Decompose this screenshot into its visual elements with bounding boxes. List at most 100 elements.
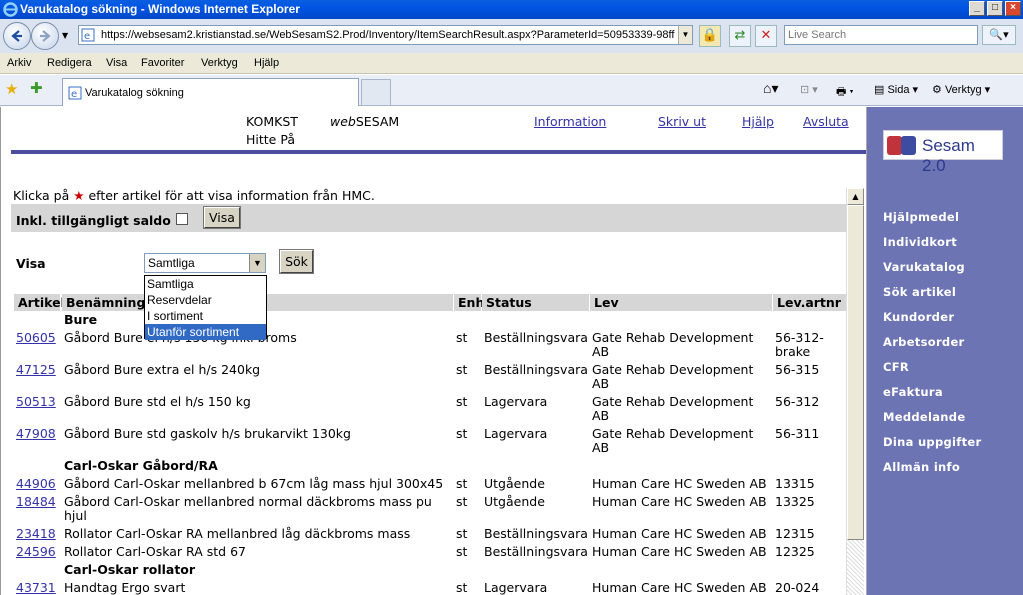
print-link[interactable]: Skriv ut <box>658 114 706 129</box>
minimize-button[interactable]: _ <box>969 1 985 16</box>
search-input[interactable]: Live Search <box>784 25 978 45</box>
sidebar-item-varukatalog[interactable]: Varukatalog <box>883 260 965 274</box>
lev-cell: Human Care HC Sweden AB <box>592 526 767 541</box>
enh-cell: st <box>456 362 468 377</box>
filter-label: Visa <box>16 256 46 271</box>
filter-select[interactable]: Samtliga ▼ <box>144 253 266 273</box>
sesam-logo: Sesam 2.0 <box>883 130 1003 175</box>
sidebar-item-efaktura[interactable]: eFaktura <box>883 385 943 399</box>
tab-varukatalog[interactable]: e Varukatalog sökning <box>62 78 359 106</box>
page-menu-label: Sida <box>887 84 910 96</box>
add-favorite-icon[interactable]: ✚ <box>30 79 43 97</box>
levartnr-cell: 20-024 <box>775 580 820 595</box>
information-link[interactable]: Information <box>534 114 606 129</box>
scroll-thumb[interactable] <box>847 205 864 540</box>
filter-option-i-sortiment[interactable]: I sortiment <box>145 308 266 324</box>
artikel-link[interactable]: 47908 <box>16 427 56 441</box>
menu-favoriter[interactable]: Favoriter <box>141 57 184 69</box>
lev-cell: Gate Rehab Development AB <box>592 394 754 423</box>
logout-link[interactable]: Avsluta <box>803 114 849 129</box>
gear-icon: ⚙ <box>932 84 942 96</box>
page-menu[interactable]: ▤ Sida ▾ <box>874 83 918 96</box>
scroll-track[interactable] <box>847 540 864 595</box>
logo-blue-block <box>901 136 916 155</box>
artikel-link[interactable]: 43731 <box>16 581 56 595</box>
enh-cell: st <box>456 526 468 541</box>
search-button[interactable]: 🔍▾ <box>982 25 1016 45</box>
tab-page-icon: e <box>68 86 82 100</box>
maximize-button[interactable]: □ <box>987 1 1003 16</box>
artikel-link[interactable]: 24596 <box>16 545 56 559</box>
back-button[interactable] <box>3 22 31 50</box>
artikel-link[interactable]: 23418 <box>16 527 56 541</box>
hmc-star-icon: ★ <box>73 188 85 203</box>
menu-verktyg[interactable]: Verktyg <box>201 57 238 69</box>
new-tab-button[interactable] <box>361 79 391 105</box>
menu-hjalp[interactable]: Hjälp <box>254 57 279 69</box>
sidebar-item-kundorder[interactable]: Kundorder <box>883 310 954 324</box>
vertical-scrollbar[interactable]: ▲ <box>846 188 864 595</box>
benamning-cell: Gåbord Bure extra el h/s 240kg <box>64 362 261 377</box>
enh-cell: st <box>456 476 468 491</box>
close-button[interactable]: × <box>1005 1 1021 16</box>
status-cell: Utgående <box>484 476 545 491</box>
enh-cell: st <box>456 394 468 409</box>
refresh-icon[interactable]: ⇄ <box>729 25 751 47</box>
home-icon[interactable]: ⌂▾ <box>763 80 778 97</box>
artikel-link[interactable]: 44906 <box>16 477 56 491</box>
logo-text: Sesam 2.0 <box>922 136 975 175</box>
scroll-up-icon[interactable]: ▲ <box>847 188 864 205</box>
sidebar-item-hjalpmedel[interactable]: Hjälpmedel <box>883 210 959 224</box>
filter-option-utanfor-sortiment[interactable]: Utanför sortiment <box>145 324 266 340</box>
menu-redigera[interactable]: Redigera <box>47 57 92 69</box>
rss-icon[interactable]: ⊡ ▾ <box>800 83 818 96</box>
sidebar-item-cfr[interactable]: CFR <box>883 360 909 374</box>
lev-cell: Human Care HC Sweden AB <box>592 544 767 559</box>
print-icon[interactable]: 🖶 ▾ <box>836 83 854 102</box>
app-name-prefix: web <box>330 114 356 129</box>
history-dropdown-icon[interactable]: ▼ <box>62 31 68 40</box>
address-field[interactable]: e https://websesam2.kristianstad.se/WebS… <box>78 25 693 45</box>
filter-option-reservdelar[interactable]: Reservdelar <box>145 292 266 308</box>
artikel-link[interactable]: 47125 <box>16 363 56 377</box>
artikel-link[interactable]: 50605 <box>16 331 56 345</box>
lev-cell: Gate Rehab Development AB <box>592 330 754 359</box>
intro-text-after: efter artikel för att visa information f… <box>84 188 375 203</box>
stop-icon[interactable]: ✕ <box>755 25 777 47</box>
artikel-link[interactable]: 18484 <box>16 495 56 509</box>
lock-icon[interactable]: 🔒 <box>699 25 721 47</box>
sidebar-item-sok-artikel[interactable]: Sök artikel <box>883 285 956 299</box>
enh-cell: st <box>456 544 468 559</box>
forward-button[interactable] <box>31 22 59 50</box>
col-enh: Enh <box>454 294 484 311</box>
user-name: Hitte På <box>246 132 295 147</box>
artikel-link[interactable]: 50513 <box>16 395 56 409</box>
visa-button[interactable]: Visa <box>203 206 241 229</box>
menu-visa[interactable]: Visa <box>106 57 127 69</box>
lev-cell: Gate Rehab Development AB <box>592 362 754 391</box>
status-cell: Beställningsvara <box>484 526 588 541</box>
chevron-down-icon[interactable]: ▼ <box>249 254 265 272</box>
group-header: Carl-Oskar rollator <box>64 562 196 577</box>
menu-bar: Arkiv Redigera Visa Favoriter Verktyg Hj… <box>0 53 1023 74</box>
menu-arkiv[interactable]: Arkiv <box>7 57 31 69</box>
saldo-checkbox[interactable] <box>176 213 188 225</box>
help-link[interactable]: Hjälp <box>742 114 774 129</box>
sidebar-nav: Sesam 2.0 Hjälpmedel Individkort Varukat… <box>866 107 1023 595</box>
sidebar-item-individkort[interactable]: Individkort <box>883 235 957 249</box>
web-page: KOMKST webSESAM Hitte På Information Skr… <box>0 107 1023 595</box>
sidebar-item-dina-uppgifter[interactable]: Dina uppgifter <box>883 435 981 449</box>
levartnr-cell: 12325 <box>775 544 815 559</box>
filter-option-samtliga[interactable]: Samtliga <box>145 276 266 292</box>
enh-cell: st <box>456 330 468 345</box>
back-arrow-icon <box>11 30 22 42</box>
benamning-cell: Handtag Ergo svart <box>64 580 186 595</box>
sidebar-item-arbetsorder[interactable]: Arbetsorder <box>883 335 965 349</box>
benamning-cell: Gåbord Bure std gaskolv h/s brukarvikt 1… <box>64 426 351 441</box>
tools-menu[interactable]: ⚙ Verktyg ▾ <box>932 83 990 96</box>
address-dropdown-icon[interactable]: ▼ <box>678 26 692 44</box>
sidebar-item-allman-info[interactable]: Allmän info <box>883 460 960 474</box>
search-submit-button[interactable]: Sök <box>279 249 314 274</box>
favorites-star-icon[interactable]: ★ <box>5 80 18 98</box>
sidebar-item-meddelande[interactable]: Meddelande <box>883 410 965 424</box>
